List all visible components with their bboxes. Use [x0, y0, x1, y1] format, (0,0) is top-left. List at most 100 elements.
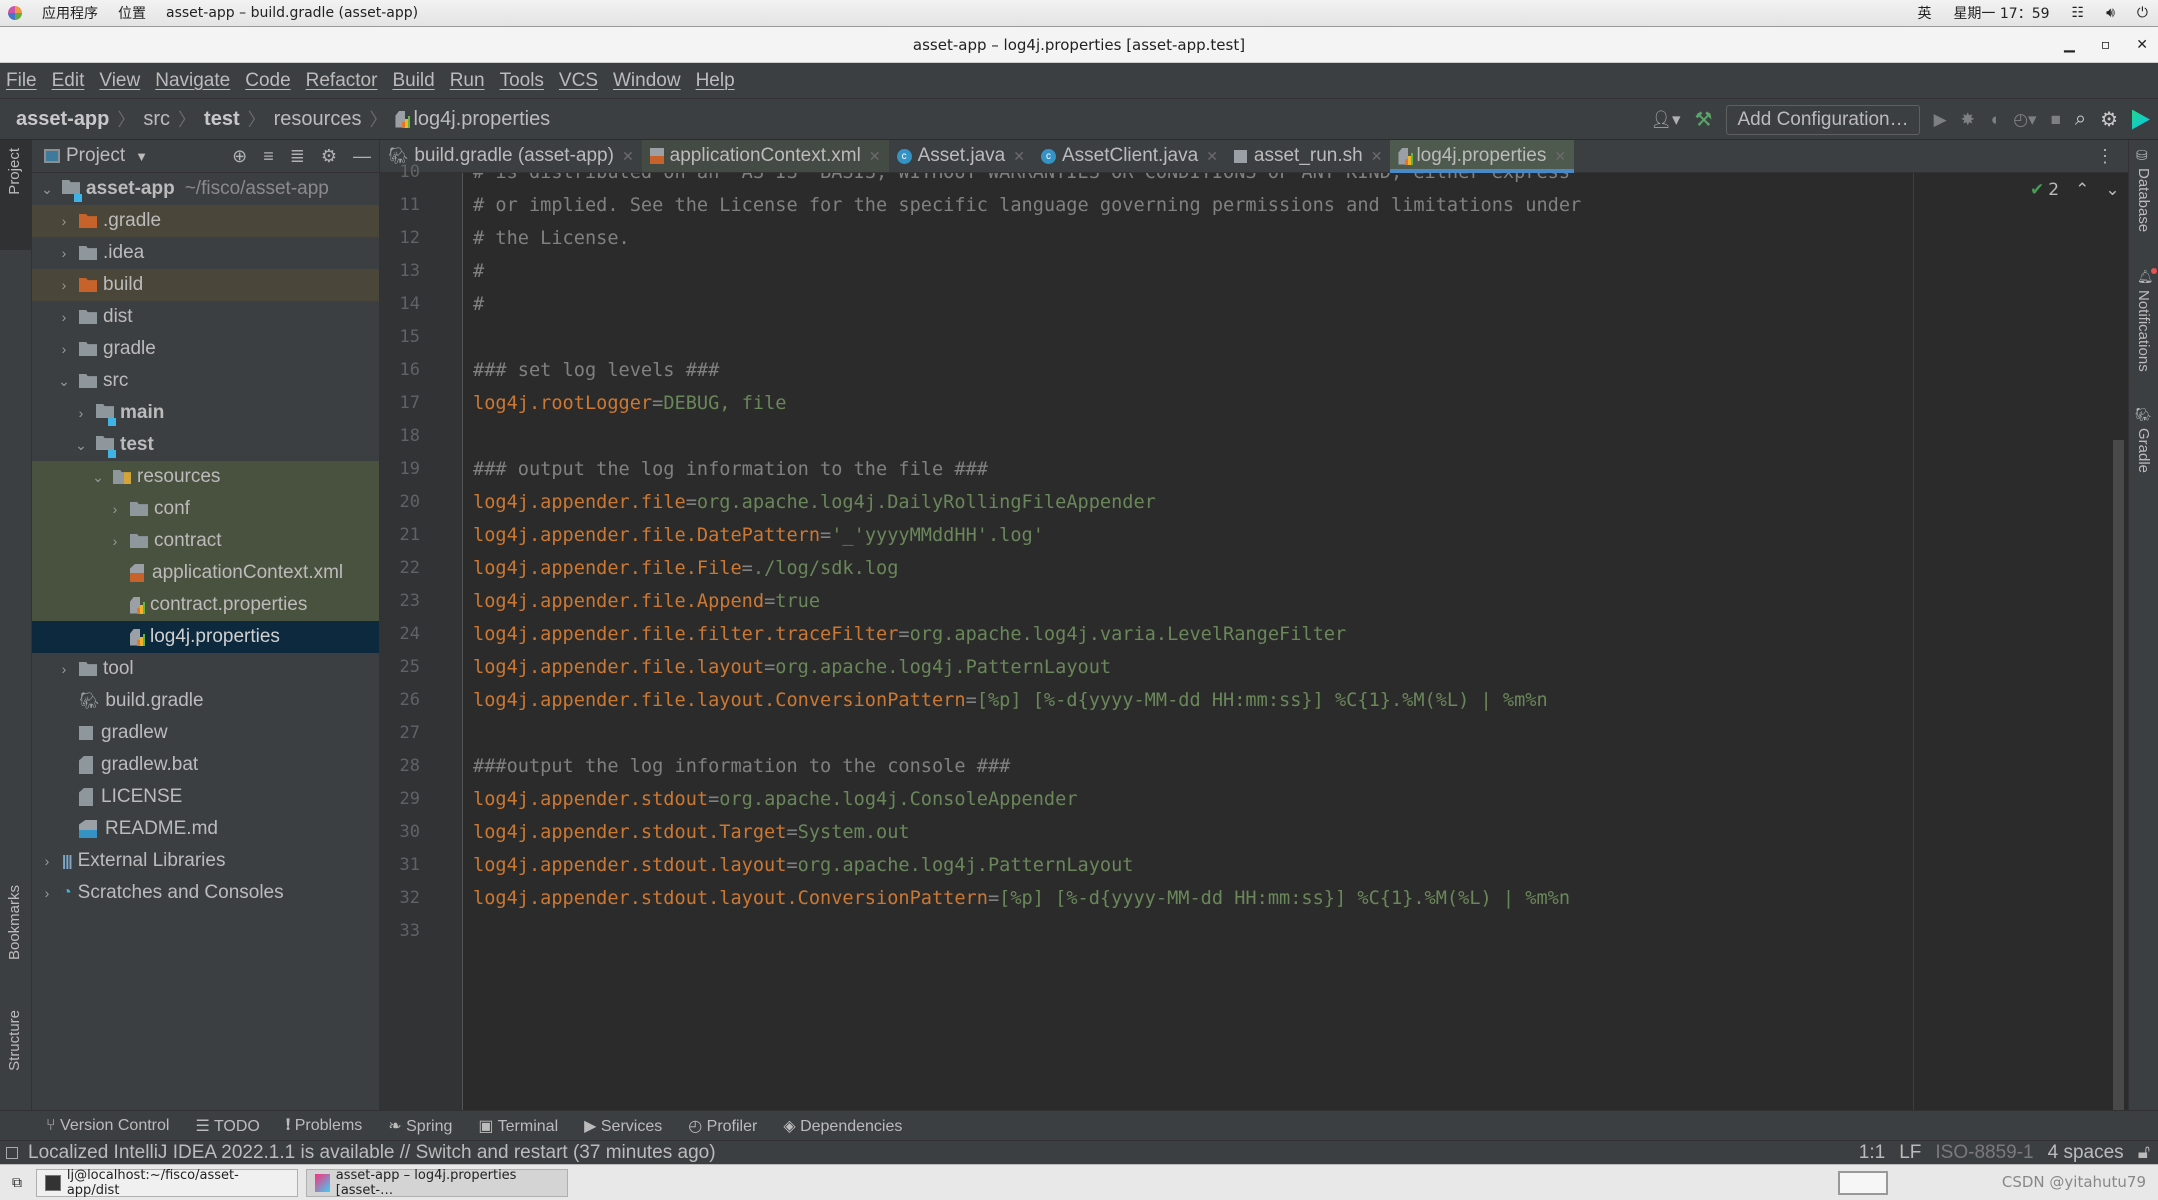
volume-icon[interactable]: 🔊︎: [2106, 5, 2115, 21]
stripe-notifications-button[interactable]: Notifications: [2135, 290, 2152, 372]
menu-window[interactable]: Window: [613, 70, 681, 92]
breadcrumb-log4j-properties[interactable]: log4j.properties: [413, 108, 550, 131]
clock[interactable]: 星期一 17：59: [1953, 3, 2049, 23]
applications-menu[interactable]: 应用程序: [42, 3, 98, 23]
tab-asset-client-java[interactable]: c AssetClient.java ✕: [1033, 140, 1226, 172]
code-line[interactable]: log4j.appender.file = org.apache.log4j.Dai…: [463, 486, 1156, 519]
tree-item[interactable]: README.md: [32, 813, 379, 845]
close-button[interactable]: ✕: [2136, 37, 2148, 53]
hide-panel-icon[interactable]: —: [353, 146, 371, 167]
code-line[interactable]: log4j.appender.stdout.Target = System.out: [463, 816, 910, 849]
select-opened-file-icon[interactable]: ⊕: [232, 146, 247, 167]
code-line[interactable]: # or implied. See the License for the sp…: [463, 189, 1581, 222]
places-menu[interactable]: 位置: [118, 3, 146, 23]
code-line[interactable]: # the License.: [463, 222, 630, 255]
status-message[interactable]: Localized IntelliJ IDEA 2022.1.1 is avai…: [28, 1142, 716, 1164]
tree-item[interactable]: gradlew.bat: [32, 749, 379, 781]
minimize-button[interactable]: ▁: [2064, 37, 2075, 53]
code-line[interactable]: log4j.appender.file.layout.ConversionPat…: [463, 684, 1548, 717]
code-line[interactable]: log4j.appender.file.File = ./log/sdk.log: [463, 552, 898, 585]
chevron-right-icon[interactable]: ›: [40, 885, 54, 901]
tree-item[interactable]: › .gradle: [32, 205, 379, 237]
line-separator[interactable]: LF: [1899, 1142, 1921, 1164]
stripe-bookmarks-button[interactable]: Bookmarks: [6, 885, 23, 960]
network-icon[interactable]: ☷: [2072, 5, 2085, 21]
stop-icon[interactable]: ■: [2051, 110, 2061, 130]
tool-terminal[interactable]: ▣ Terminal: [478, 1116, 558, 1136]
tool-dependencies[interactable]: ◈ Dependencies: [783, 1116, 902, 1136]
close-tab-icon[interactable]: ✕: [869, 148, 881, 165]
code-line[interactable]: log4j.appender.file.Append = true: [463, 585, 820, 618]
tree-item[interactable]: › main: [32, 397, 379, 429]
build-hammer-icon[interactable]: ⚒: [1695, 107, 1713, 132]
tree-item[interactable]: ⌄ test: [32, 429, 379, 461]
code-line[interactable]: [463, 420, 473, 453]
chevron-down-icon[interactable]: ▼: [135, 149, 148, 164]
active-window-label[interactable]: asset-app – build.gradle (asset-app): [166, 5, 418, 21]
code-line[interactable]: log4j.appender.file.filter.traceFilter = o…: [463, 618, 1346, 651]
workspace-switcher[interactable]: [1838, 1171, 1888, 1195]
taskbar-item-intellij[interactable]: asset-app – log4j.properties [asset-…: [306, 1168, 568, 1198]
close-tab-icon[interactable]: ✕: [1013, 148, 1025, 165]
tree-item[interactable]: 🐘︎ build.gradle: [32, 685, 379, 717]
tool-services[interactable]: ▶︎ Services: [584, 1116, 662, 1136]
expand-all-icon[interactable]: ≡: [263, 146, 274, 167]
chevron-right-icon[interactable]: ›: [57, 661, 71, 677]
run-with-coverage-icon[interactable]: ◖: [1989, 110, 1999, 130]
power-icon[interactable]: ⏻: [2137, 5, 2148, 21]
read-only-lock-icon[interactable]: 🔓︎: [2138, 1142, 2150, 1164]
maximize-button[interactable]: ▫: [2101, 37, 2111, 53]
tab-asset-java[interactable]: c Asset.java ✕: [889, 140, 1033, 172]
chevron-down-icon[interactable]: ⌄: [74, 437, 88, 454]
close-tab-icon[interactable]: ✕: [622, 148, 634, 165]
debug-icon[interactable]: ✸: [1961, 110, 1975, 130]
add-configuration-button[interactable]: Add Configuration…: [1726, 104, 1920, 135]
tree-item[interactable]: › tool: [32, 653, 379, 685]
tool-profiler[interactable]: ◴ Profiler: [688, 1116, 757, 1136]
close-tab-icon[interactable]: ✕: [1206, 148, 1218, 165]
tree-item[interactable]: ⌄ asset-app ~/fisco/asset-app: [32, 173, 379, 205]
code-editor[interactable]: # is distributed on an "AS IS" BASIS, WI…: [463, 173, 2113, 1110]
code-line[interactable]: log4j.appender.stdout = org.apache.log4j.C…: [463, 783, 1078, 816]
breadcrumb-resources[interactable]: resources: [274, 108, 362, 131]
run-icon[interactable]: ▶: [1934, 110, 1947, 130]
collapse-all-icon[interactable]: ≣: [290, 146, 305, 167]
inspection-widget[interactable]: ✔ 2 ⌃ ⌄: [2030, 180, 2120, 200]
profile-icon[interactable]: ◴▾: [2013, 110, 2036, 130]
tool-problems[interactable]: ❗︎ Problems: [286, 1117, 362, 1135]
breadcrumb-asset-app[interactable]: asset-app: [16, 108, 109, 131]
code-line[interactable]: [463, 321, 473, 354]
tab-log4j-properties[interactable]: log4j.properties ✕: [1390, 140, 1575, 173]
menu-view[interactable]: View: [99, 70, 140, 92]
chevron-right-icon[interactable]: ›: [57, 341, 71, 357]
next-highlight-icon[interactable]: ⌄: [2105, 180, 2119, 200]
vcs-user-icon[interactable]: 👤︎▾: [1650, 110, 1680, 130]
code-with-me-icon[interactable]: [2132, 109, 2150, 130]
input-method-indicator[interactable]: 英: [1917, 3, 1931, 23]
code-line[interactable]: ### output the log information to the fi…: [463, 453, 988, 486]
tool-spring[interactable]: ❧ Spring: [388, 1116, 452, 1136]
options-gear-icon[interactable]: ⚙: [321, 146, 337, 167]
tree-item[interactable]: › conf: [32, 493, 379, 525]
tree-item[interactable]: › ◔ Scratches and Consoles: [32, 877, 379, 909]
tree-item[interactable]: › dist: [32, 301, 379, 333]
code-line[interactable]: log4j.appender.stdout.layout.ConversionP…: [463, 882, 1570, 915]
tree-item[interactable]: LICENSE: [32, 781, 379, 813]
breadcrumb-src[interactable]: src: [143, 108, 170, 131]
caret-position[interactable]: 1:1: [1859, 1142, 1885, 1164]
tab-actions-more-icon[interactable]: ⋮: [2096, 140, 2128, 172]
chevron-right-icon[interactable]: ›: [57, 213, 71, 229]
chevron-right-icon[interactable]: ›: [57, 309, 71, 325]
taskbar-item-terminal[interactable]: lj@localhost:~/fisco/asset-app/dist: [36, 1168, 298, 1198]
menu-edit[interactable]: Edit: [52, 70, 85, 92]
menu-file[interactable]: File: [6, 70, 37, 92]
code-line[interactable]: log4j.appender.stdout.layout = org.apache.…: [463, 849, 1134, 882]
code-line[interactable]: ###output the log information to the con…: [463, 750, 1010, 783]
chevron-down-icon[interactable]: ⌄: [91, 469, 105, 486]
code-line[interactable]: #: [463, 255, 484, 288]
code-line[interactable]: #: [463, 288, 484, 321]
tool-version-control[interactable]: ⑂ Version Control: [46, 1117, 169, 1135]
breadcrumb-test[interactable]: test: [204, 108, 240, 131]
code-line[interactable]: ### set log levels ###: [463, 354, 719, 387]
editor-vertical-scrollbar[interactable]: [2113, 440, 2124, 1110]
